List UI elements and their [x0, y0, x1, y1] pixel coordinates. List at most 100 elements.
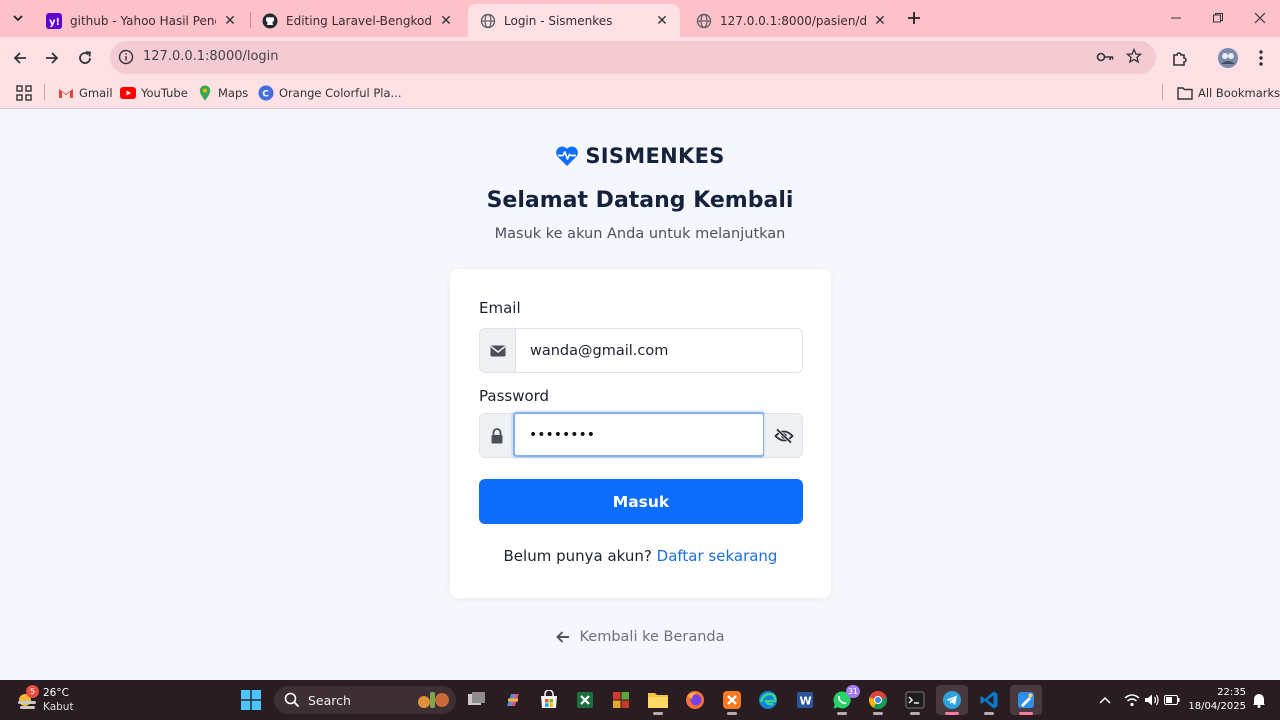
telegram-button[interactable]: [936, 685, 968, 715]
bookmark-maps[interactable]: Maps: [197, 83, 248, 103]
paint-button[interactable]: [1010, 685, 1042, 715]
file-explorer-button[interactable]: [642, 685, 674, 715]
profile-button[interactable]: [1215, 45, 1241, 71]
close-window-button[interactable]: [1240, 5, 1280, 31]
login-card: Email Password Masuk Belum punya akun? D…: [450, 269, 831, 598]
browser-toolbar: 127.0.0.1:8000/login: [0, 37, 1280, 78]
wifi-button[interactable]: [1122, 690, 1142, 710]
paint-icon: [1018, 692, 1034, 708]
microsoft-store-button[interactable]: [533, 685, 565, 715]
word-button[interactable]: W: [789, 685, 821, 715]
system-clock[interactable]: 22:35 18/04/2025: [1186, 686, 1246, 714]
bell-icon: [1253, 694, 1265, 708]
globe-icon: [480, 13, 496, 29]
youtube-icon: [120, 85, 136, 101]
back-to-home-link[interactable]: Kembali ke Beranda: [0, 629, 1280, 645]
login-button[interactable]: Masuk: [479, 479, 803, 524]
password-input-group: [479, 412, 803, 458]
vscode-icon: [980, 691, 998, 709]
all-bookmarks-button[interactable]: All Bookmarks: [1177, 83, 1280, 103]
edge-button[interactable]: [752, 685, 784, 715]
password-key-icon[interactable]: [1096, 49, 1114, 65]
restore-button[interactable]: [1198, 5, 1238, 31]
terminal-icon: [905, 691, 925, 709]
chevron-down-icon: [13, 15, 23, 22]
excel-icon: [577, 692, 593, 708]
toggle-password-button[interactable]: [764, 414, 802, 457]
terminal-button[interactable]: [899, 685, 931, 715]
tab-pasien-dashboard[interactable]: 127.0.0.1:8000/pasien/dashboard ✕: [684, 4, 898, 37]
battery-button[interactable]: [1162, 690, 1182, 710]
back-link-label: Kembali ke Beranda: [579, 629, 725, 645]
show-hidden-icons-button[interactable]: [1095, 690, 1115, 710]
clock-time: 22:35: [1217, 687, 1246, 698]
tab-github[interactable]: Editing Laravel-Bengkod/README.md ✕: [250, 4, 464, 37]
star-icon[interactable]: [1126, 48, 1142, 64]
search-icon: [284, 692, 300, 708]
reload-button[interactable]: [71, 44, 99, 72]
url-text[interactable]: 127.0.0.1:8000/login: [143, 49, 279, 64]
extensions-button[interactable]: [1167, 45, 1193, 71]
copilot-button[interactable]: [497, 685, 529, 715]
start-button[interactable]: [235, 685, 267, 715]
arrow-left-icon: [555, 631, 570, 643]
tab-login-sismenkes[interactable]: Login - Sismenkes ✕: [468, 4, 680, 37]
eye-slash-icon: [773, 427, 794, 444]
tab-yahoo[interactable]: y! github - Yahoo Hasil Pencarian ✕: [34, 4, 248, 37]
notification-button[interactable]: [1249, 690, 1269, 710]
password-label: Password: [479, 387, 550, 405]
bookmarks-bar: Gmail YouTube Maps C Orange Colorful Pla…: [0, 78, 1280, 109]
tab-search-button[interactable]: [6, 7, 30, 29]
wifi-icon: [1124, 694, 1140, 707]
volume-button[interactable]: [1142, 690, 1162, 710]
close-icon[interactable]: ✕: [654, 13, 670, 29]
xampp-button[interactable]: [716, 685, 748, 715]
forward-button[interactable]: [38, 44, 66, 72]
task-view-button[interactable]: [461, 685, 493, 715]
whatsapp-button[interactable]: 31: [826, 685, 860, 715]
close-icon[interactable]: ✕: [438, 13, 454, 29]
maps-icon: [197, 85, 213, 101]
windows-icon: [241, 690, 261, 710]
bookmark-canva[interactable]: C Orange Colorful Pla...: [258, 83, 402, 103]
vscode-button[interactable]: [973, 685, 1005, 715]
bookmark-label: Maps: [218, 86, 249, 100]
firefox-button[interactable]: [679, 685, 711, 715]
globe-icon: [696, 13, 712, 29]
task-view-icon: [468, 692, 485, 705]
password-field[interactable]: [513, 412, 765, 457]
bookmark-gmail[interactable]: Gmail: [58, 83, 113, 103]
close-icon[interactable]: ✕: [222, 13, 238, 29]
edge-icon: [759, 691, 777, 709]
email-field[interactable]: [517, 329, 801, 372]
apps-button[interactable]: [16, 83, 32, 103]
yahoo-icon: y!: [46, 12, 62, 29]
tab-title: Login - Sismenkes: [504, 13, 613, 28]
reload-icon: [79, 51, 92, 64]
github-icon: [262, 13, 278, 29]
bookmark-label: Gmail: [79, 86, 113, 100]
search-label: Search: [308, 692, 351, 708]
register-prompt-text: Belum punya akun?: [503, 547, 652, 565]
back-button[interactable]: [6, 44, 34, 72]
new-tab-button[interactable]: [902, 7, 926, 29]
minimize-icon: [1171, 17, 1181, 19]
minimize-button[interactable]: [1156, 5, 1196, 31]
page-subtitle: Masuk ke akun Anda untuk melanjutkan: [494, 226, 786, 242]
email-input-group: [479, 328, 803, 373]
excel-button[interactable]: [569, 685, 601, 715]
info-icon[interactable]: [118, 49, 134, 65]
address-bar[interactable]: 127.0.0.1:8000/login: [110, 41, 1156, 74]
menu-button[interactable]: [1248, 45, 1274, 71]
register-link[interactable]: Daftar sekarang: [657, 547, 778, 565]
chrome-button[interactable]: [862, 685, 894, 715]
tiles-app-button[interactable]: [605, 685, 637, 715]
bookmark-youtube[interactable]: YouTube: [120, 83, 188, 103]
browser-tab-bar: y! github - Yahoo Hasil Pencarian ✕ Edit…: [0, 0, 1280, 37]
taskbar-search[interactable]: Search: [274, 686, 456, 714]
weather-widget[interactable]: 5 26°C Kabut: [14, 685, 134, 715]
close-icon[interactable]: ✕: [872, 13, 888, 29]
folder-icon: [1177, 85, 1193, 101]
tab-title: Editing Laravel-Bengkod/README.md: [286, 13, 432, 28]
chrome-icon: [869, 691, 887, 709]
